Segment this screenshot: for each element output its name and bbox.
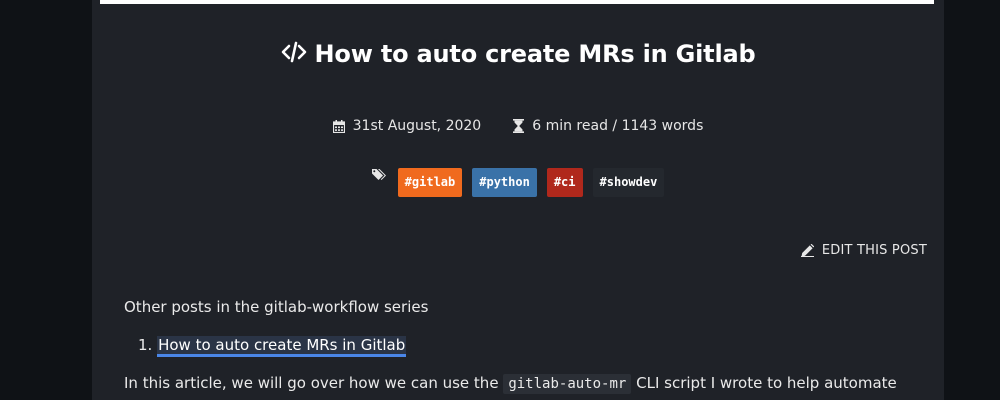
series-intro: Other posts in the gitlab-workflow serie… [124,298,429,316]
tag-python[interactable]: #python [472,168,537,197]
post-meta: 31st August, 2020 6 min read / 1143 word… [92,118,944,134]
post-tags: #gitlab #python #ci #showdev [92,168,944,197]
series-list: 1. How to auto create MRs in Gitlab [124,334,914,357]
tag-gitlab[interactable]: #gitlab [397,168,463,197]
tag-showdev[interactable]: #showdev [592,168,665,197]
post-read-time-text: 6 min read / 1143 words [532,118,704,134]
series-link[interactable]: How to auto create MRs in Gitlab [157,336,407,357]
article-intro: In this article, we will go over how we … [124,372,914,395]
edit-post-link[interactable]: EDIT THIS POST [800,243,927,258]
list-item: 1. How to auto create MRs in Gitlab [138,334,914,357]
edit-post-label: EDIT THIS POST [821,243,927,258]
inline-code: gitlab-auto-mr [503,374,632,394]
post-date: 31st August, 2020 [332,118,482,134]
pencil-icon [800,244,814,257]
tag-ci[interactable]: #ci [546,168,583,197]
calendar-icon [332,119,345,133]
post-date-text: 31st August, 2020 [352,118,482,134]
hourglass-icon [513,119,525,133]
page-title: How to auto create MRs in Gitlab [314,40,756,68]
post-header: How to auto create MRs in Gitlab [92,40,944,68]
post-body: Other posts in the gitlab-workflow serie… [124,296,914,395]
tags-icon [371,168,388,181]
article-text-after: CLI script I wrote to help automate [636,374,897,392]
post-read-time: 6 min read / 1143 words [513,118,703,134]
list-item-number: 1. [138,336,153,354]
code-icon [281,41,307,63]
top-image-edge [100,0,934,4]
article-text-before: In this article, we will go over how we … [124,374,499,392]
